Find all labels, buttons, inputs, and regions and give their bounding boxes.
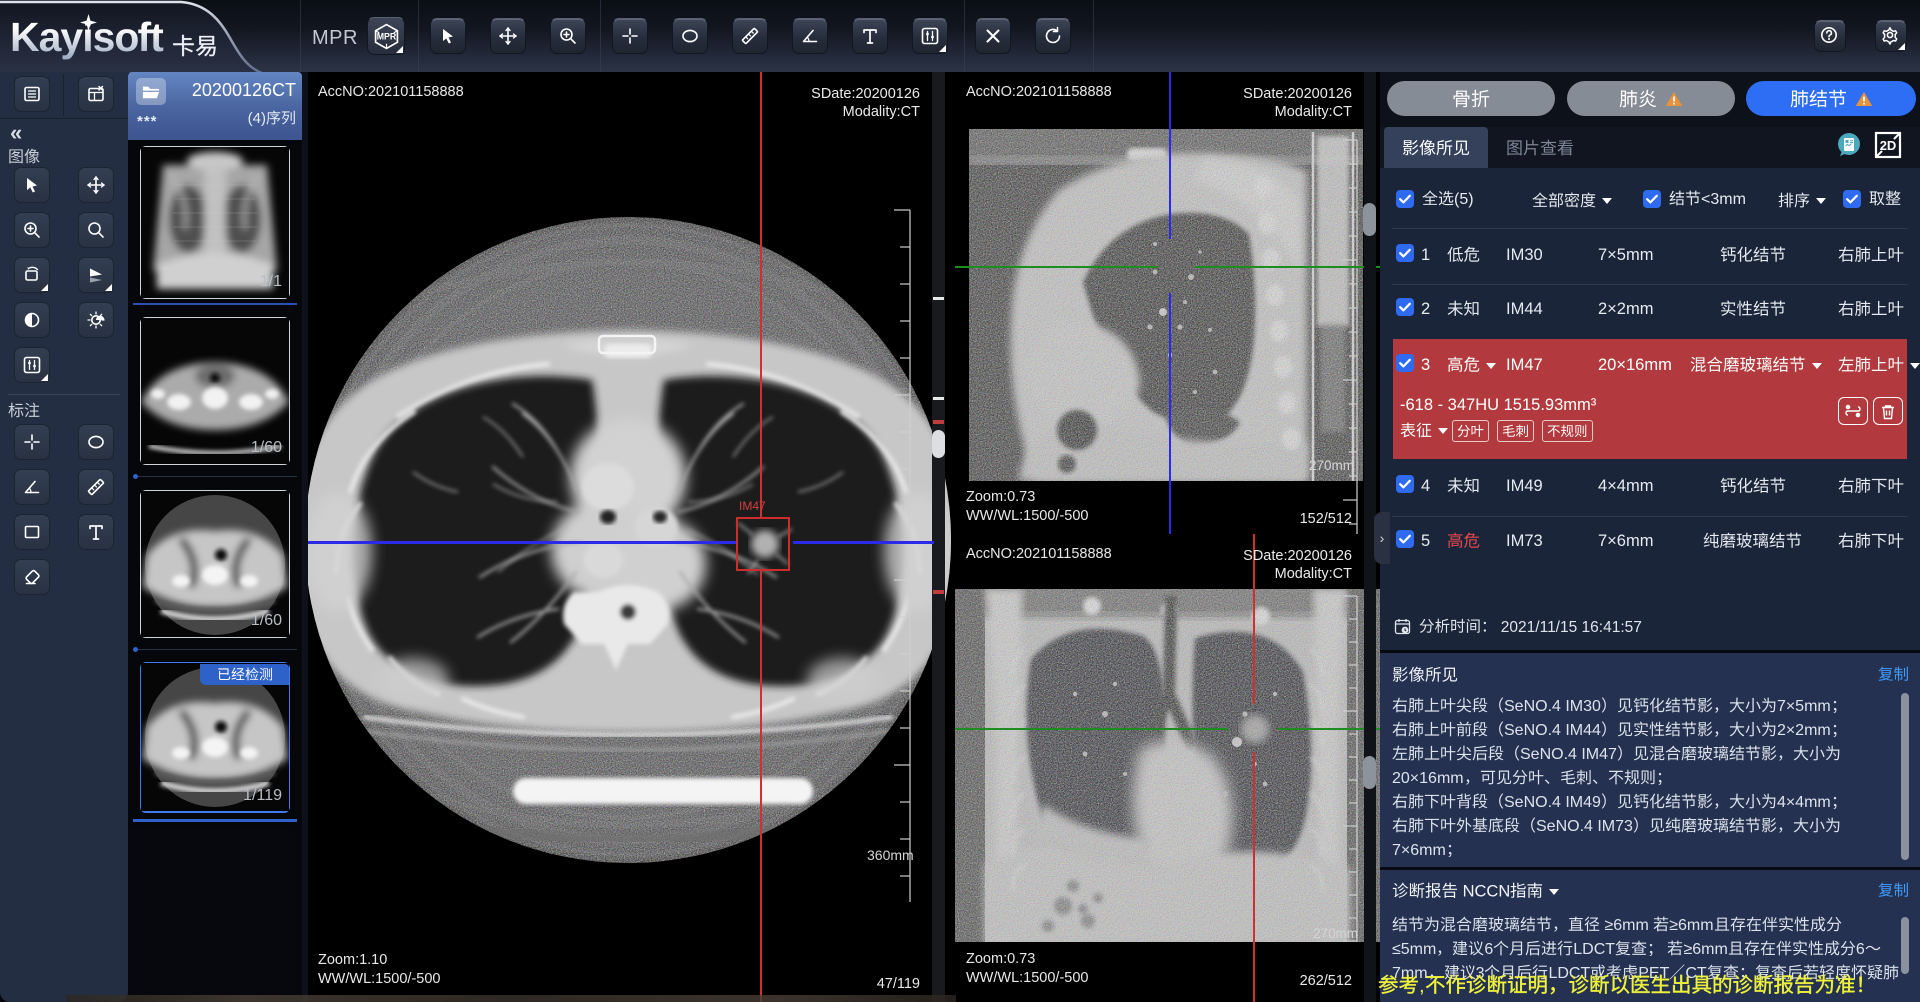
svg-text:2D: 2D <box>1880 138 1897 153</box>
svg-text:270mm: 270mm <box>1309 458 1354 473</box>
svg-text:360mm: 360mm <box>867 847 914 863</box>
svg-text:270mm: 270mm <box>1313 926 1358 941</box>
svg-text:MPR: MPR <box>376 31 396 41</box>
